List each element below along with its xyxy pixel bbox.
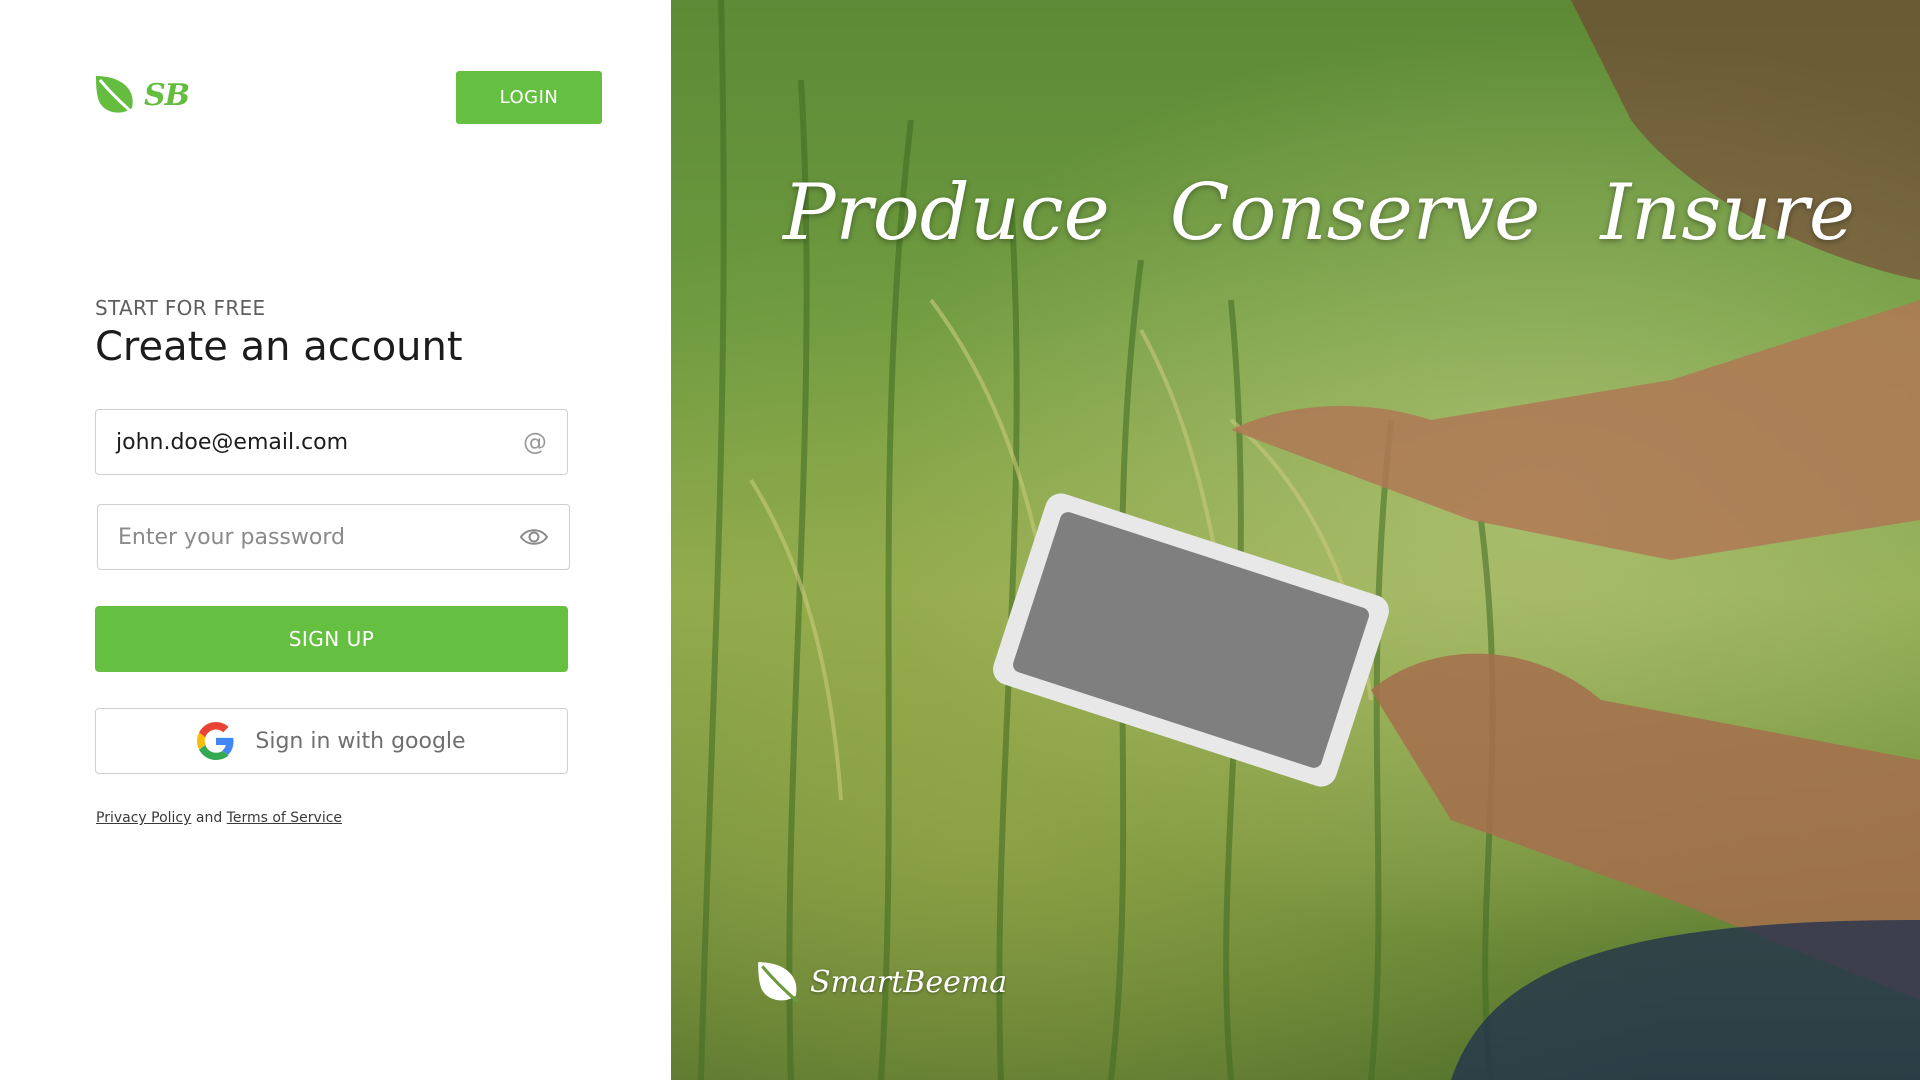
signup-panel: SB LOGIN START FOR FREE Create an accoun… <box>0 0 671 1080</box>
eye-icon[interactable] <box>519 527 549 547</box>
at-icon: @ <box>523 428 547 456</box>
google-signin-label: Sign in with google <box>255 728 466 754</box>
privacy-policy-link[interactable]: Privacy Policy <box>96 810 191 826</box>
brand-name: SmartBeema <box>810 964 1008 1000</box>
google-signin-button[interactable]: Sign in with google <box>95 708 568 774</box>
rice-field-illustration <box>698 0 1920 1080</box>
hero-tagline: Produce Conserve Insure <box>783 168 1855 258</box>
terms-of-service-link[interactable]: Terms of Service <box>227 810 342 826</box>
leaf-brand-icon <box>758 962 799 1004</box>
signup-button[interactable]: SIGN UP <box>95 606 568 672</box>
page-title: Create an account <box>95 324 463 370</box>
hero-brand: SmartBeema <box>754 958 1007 1006</box>
password-placeholder[interactable]: Enter your password <box>118 525 519 550</box>
email-value[interactable]: john.doe@email.com <box>116 430 523 455</box>
legal-links: Privacy Policy and Terms of Service <box>96 810 342 826</box>
legal-and-text: and <box>195 810 223 826</box>
password-field[interactable]: Enter your password <box>97 504 570 570</box>
tagline-produce: Produce <box>783 168 1110 258</box>
login-button[interactable]: LOGIN <box>456 71 602 124</box>
hero-image: Produce Conserve Insure SmartBeema <box>671 0 1920 1080</box>
tagline-insure: Insure <box>1600 168 1856 258</box>
app-logo[interactable]: SB <box>92 70 192 120</box>
google-icon <box>197 722 234 760</box>
form-subtitle: START FOR FREE <box>95 296 266 320</box>
email-field[interactable]: john.doe@email.com @ <box>95 409 568 475</box>
leaf-logo-icon <box>96 76 135 116</box>
tagline-conserve: Conserve <box>1169 168 1541 258</box>
logo-text: SB <box>144 77 190 113</box>
